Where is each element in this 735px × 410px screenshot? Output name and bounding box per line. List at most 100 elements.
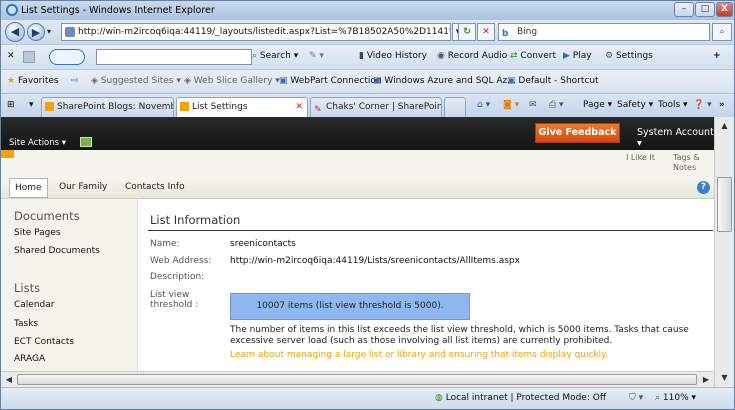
page-favicon-icon xyxy=(65,27,75,37)
site-actions-menu[interactable]: Site Actions ▾ xyxy=(9,138,66,148)
quick-launch-item[interactable]: Shared Documents xyxy=(14,246,100,256)
horizontal-scroll-thumb[interactable] xyxy=(17,374,697,385)
site-header: I Like It Tags & Notes xyxy=(1,150,714,177)
favorites-button[interactable]: ★ Favorites xyxy=(7,76,59,86)
page-menu[interactable]: Page ▾ xyxy=(583,100,612,110)
toolbar-options-icon[interactable] xyxy=(23,51,35,63)
favorite-item[interactable]: ▣ WebPart Connection xyxy=(279,76,382,86)
history-dropdown-icon[interactable]: ▾ xyxy=(47,27,51,36)
tab-label: List Settings xyxy=(192,102,248,112)
toolbar-tool-icon[interactable]: ✎ ▾ xyxy=(309,51,324,61)
tab-list-settings[interactable]: List Settings ✕ xyxy=(176,97,308,118)
web-slice-icon: ◈ xyxy=(184,76,191,86)
favorite-item[interactable]: ◈ Suggested Sites ▾ xyxy=(91,76,181,86)
refresh-icon[interactable]: ↻ xyxy=(458,23,476,41)
toolbar-search-input[interactable] xyxy=(96,49,252,65)
threshold-label: threshold : xyxy=(150,300,199,310)
documents-heading[interactable]: Documents xyxy=(14,209,80,223)
close-tab-icon[interactable]: ✕ xyxy=(295,98,303,116)
record-audio-button[interactable]: ◉ Record Audio xyxy=(437,51,507,61)
quick-launch-item[interactable]: Site Pages xyxy=(14,228,61,238)
mail-icon[interactable]: ✉ xyxy=(529,100,537,110)
forward-button[interactable]: ▶ xyxy=(27,23,45,41)
url-input[interactable]: http://win-m2ircoq6iqa:44119/_layouts/li… xyxy=(61,23,451,41)
favorite-item[interactable]: ▣ Default - Shortcut xyxy=(507,76,599,86)
back-arrow-icon: ◀ xyxy=(10,25,20,38)
record-audio-label: Record Audio xyxy=(447,51,508,61)
window-title: List Settings - Windows Internet Explore… xyxy=(21,5,215,16)
new-tab-button[interactable] xyxy=(444,97,466,117)
help-menu-icon[interactable]: ❓ ▾ xyxy=(693,100,712,110)
quick-launch-item[interactable]: Tasks xyxy=(14,319,38,329)
maximize-button[interactable]: □ xyxy=(695,2,715,17)
add-toolbar-icon[interactable]: + xyxy=(713,51,721,61)
site-logo-icon xyxy=(1,150,14,158)
search-go-icon[interactable]: ⌕ xyxy=(712,23,732,41)
print-icon[interactable]: ⎙ ▾ xyxy=(549,100,564,110)
favorite-item-label: Web Slice Gallery ▾ xyxy=(193,76,280,86)
play-button[interactable]: ▶ Play xyxy=(563,51,592,61)
scroll-left-icon[interactable]: ◀ xyxy=(2,373,16,387)
quick-launch-item[interactable]: Calendar xyxy=(14,300,54,310)
add-to-favorites-icon[interactable]: ⇨ xyxy=(71,76,79,86)
settings-button[interactable]: ⚙ Settings xyxy=(605,51,653,61)
tab-list-icon[interactable]: ▾ xyxy=(29,100,34,110)
zoom-control[interactable]: ⌕ 110% ▾ xyxy=(655,393,696,403)
vertical-scroll-thumb[interactable] xyxy=(717,177,732,232)
zoom-label: 110% xyxy=(662,393,689,403)
nav-home[interactable]: Home xyxy=(9,178,48,198)
lists-heading[interactable]: Lists xyxy=(14,281,40,295)
nav-contacts-info[interactable]: Contacts Info xyxy=(125,182,185,192)
tab-sharepoint-blogs[interactable]: SharePoint Blogs: November... xyxy=(41,97,174,117)
back-button[interactable]: ◀ xyxy=(5,22,25,42)
favorites-label: Favorites xyxy=(17,76,59,86)
video-history-button[interactable]: ▮ Video History xyxy=(359,51,427,61)
quick-launch: Documents Site Pages Shared Documents Li… xyxy=(1,199,137,371)
nav-our-family[interactable]: Our Family xyxy=(59,182,107,192)
convert-button[interactable]: ⇄ Convert xyxy=(510,51,556,61)
web-address-value: http://win-m2ircoq6iqa:44119/Lists/sreen… xyxy=(230,256,520,266)
toolbar-search-button[interactable]: ⌕ Search ▾ xyxy=(252,51,298,61)
scroll-up-icon[interactable]: ▲ xyxy=(717,118,732,133)
vertical-scrollbar[interactable]: ▲ ▼ xyxy=(714,117,734,387)
minimize-button[interactable]: – xyxy=(674,2,694,17)
convert-label: Convert xyxy=(520,51,557,61)
tab-label: Chaks' Corner | SharePoint ... xyxy=(326,102,442,112)
rss-feed-icon[interactable]: ◙ ▾ xyxy=(503,100,519,110)
status-bar: ◍ Local intranet | Protected Mode: Off ⛉… xyxy=(1,387,734,409)
help-icon[interactable]: ? xyxy=(697,181,710,194)
forward-arrow-icon: ▶ xyxy=(31,26,41,39)
quick-tabs-icon[interactable]: ⊞ xyxy=(7,100,15,110)
search-input[interactable]: b Bing xyxy=(498,23,710,41)
security-zone[interactable]: ◍ Local intranet | Protected Mode: Off xyxy=(435,393,606,403)
quick-launch-item[interactable]: ECT Contacts xyxy=(14,337,74,347)
media-logo-icon xyxy=(49,49,85,65)
home-icon[interactable]: ⌂ ▾ xyxy=(477,100,490,110)
threshold-status-box: 10007 items (list view threshold is 5000… xyxy=(230,293,470,320)
toolbar-extend-icon[interactable]: » xyxy=(719,100,725,110)
lock-icon[interactable]: ⛉ ▾ xyxy=(629,393,643,403)
i-like-it-button[interactable]: I Like It xyxy=(626,153,655,162)
close-toolbar-icon[interactable]: ✕ xyxy=(7,51,15,61)
favorite-item-label: Windows Azure and SQL Az... xyxy=(384,76,516,86)
favorite-item[interactable]: ◈ Web Slice Gallery ▾ xyxy=(184,76,280,86)
give-feedback-button[interactable]: Give Feedback xyxy=(535,123,620,143)
account-menu[interactable]: System Account ▾ xyxy=(637,127,714,149)
tags-notes-button[interactable]: Tags & Notes xyxy=(673,153,700,173)
section-title: List Information xyxy=(150,213,241,227)
scroll-right-icon[interactable]: ▶ xyxy=(699,373,713,387)
threshold-label: List view xyxy=(150,290,190,300)
quick-launch-item[interactable]: ARAGA xyxy=(14,354,45,364)
tab-chaks-corner[interactable]: ✎ Chaks' Corner | SharePoint ... xyxy=(310,97,442,117)
close-button[interactable]: X xyxy=(716,2,733,17)
tab-label: SharePoint Blogs: November... xyxy=(57,102,173,112)
horizontal-scrollbar[interactable]: ◀ ▶ xyxy=(1,371,714,387)
learn-more-link[interactable]: Learn about managing a large list or lib… xyxy=(230,350,608,360)
safety-menu[interactable]: Safety ▾ xyxy=(617,100,653,110)
tools-menu[interactable]: Tools ▾ xyxy=(658,100,688,110)
stop-icon[interactable]: ✕ xyxy=(477,23,495,41)
address-bar: ◀ ▶ ▾ http://win-m2ircoq6iqa:44119/_layo… xyxy=(1,20,734,44)
scroll-down-icon[interactable]: ▼ xyxy=(717,370,732,385)
favorite-item[interactable]: ▣ Windows Azure and SQL Az... xyxy=(373,76,516,86)
navigate-up-icon[interactable] xyxy=(80,137,92,147)
